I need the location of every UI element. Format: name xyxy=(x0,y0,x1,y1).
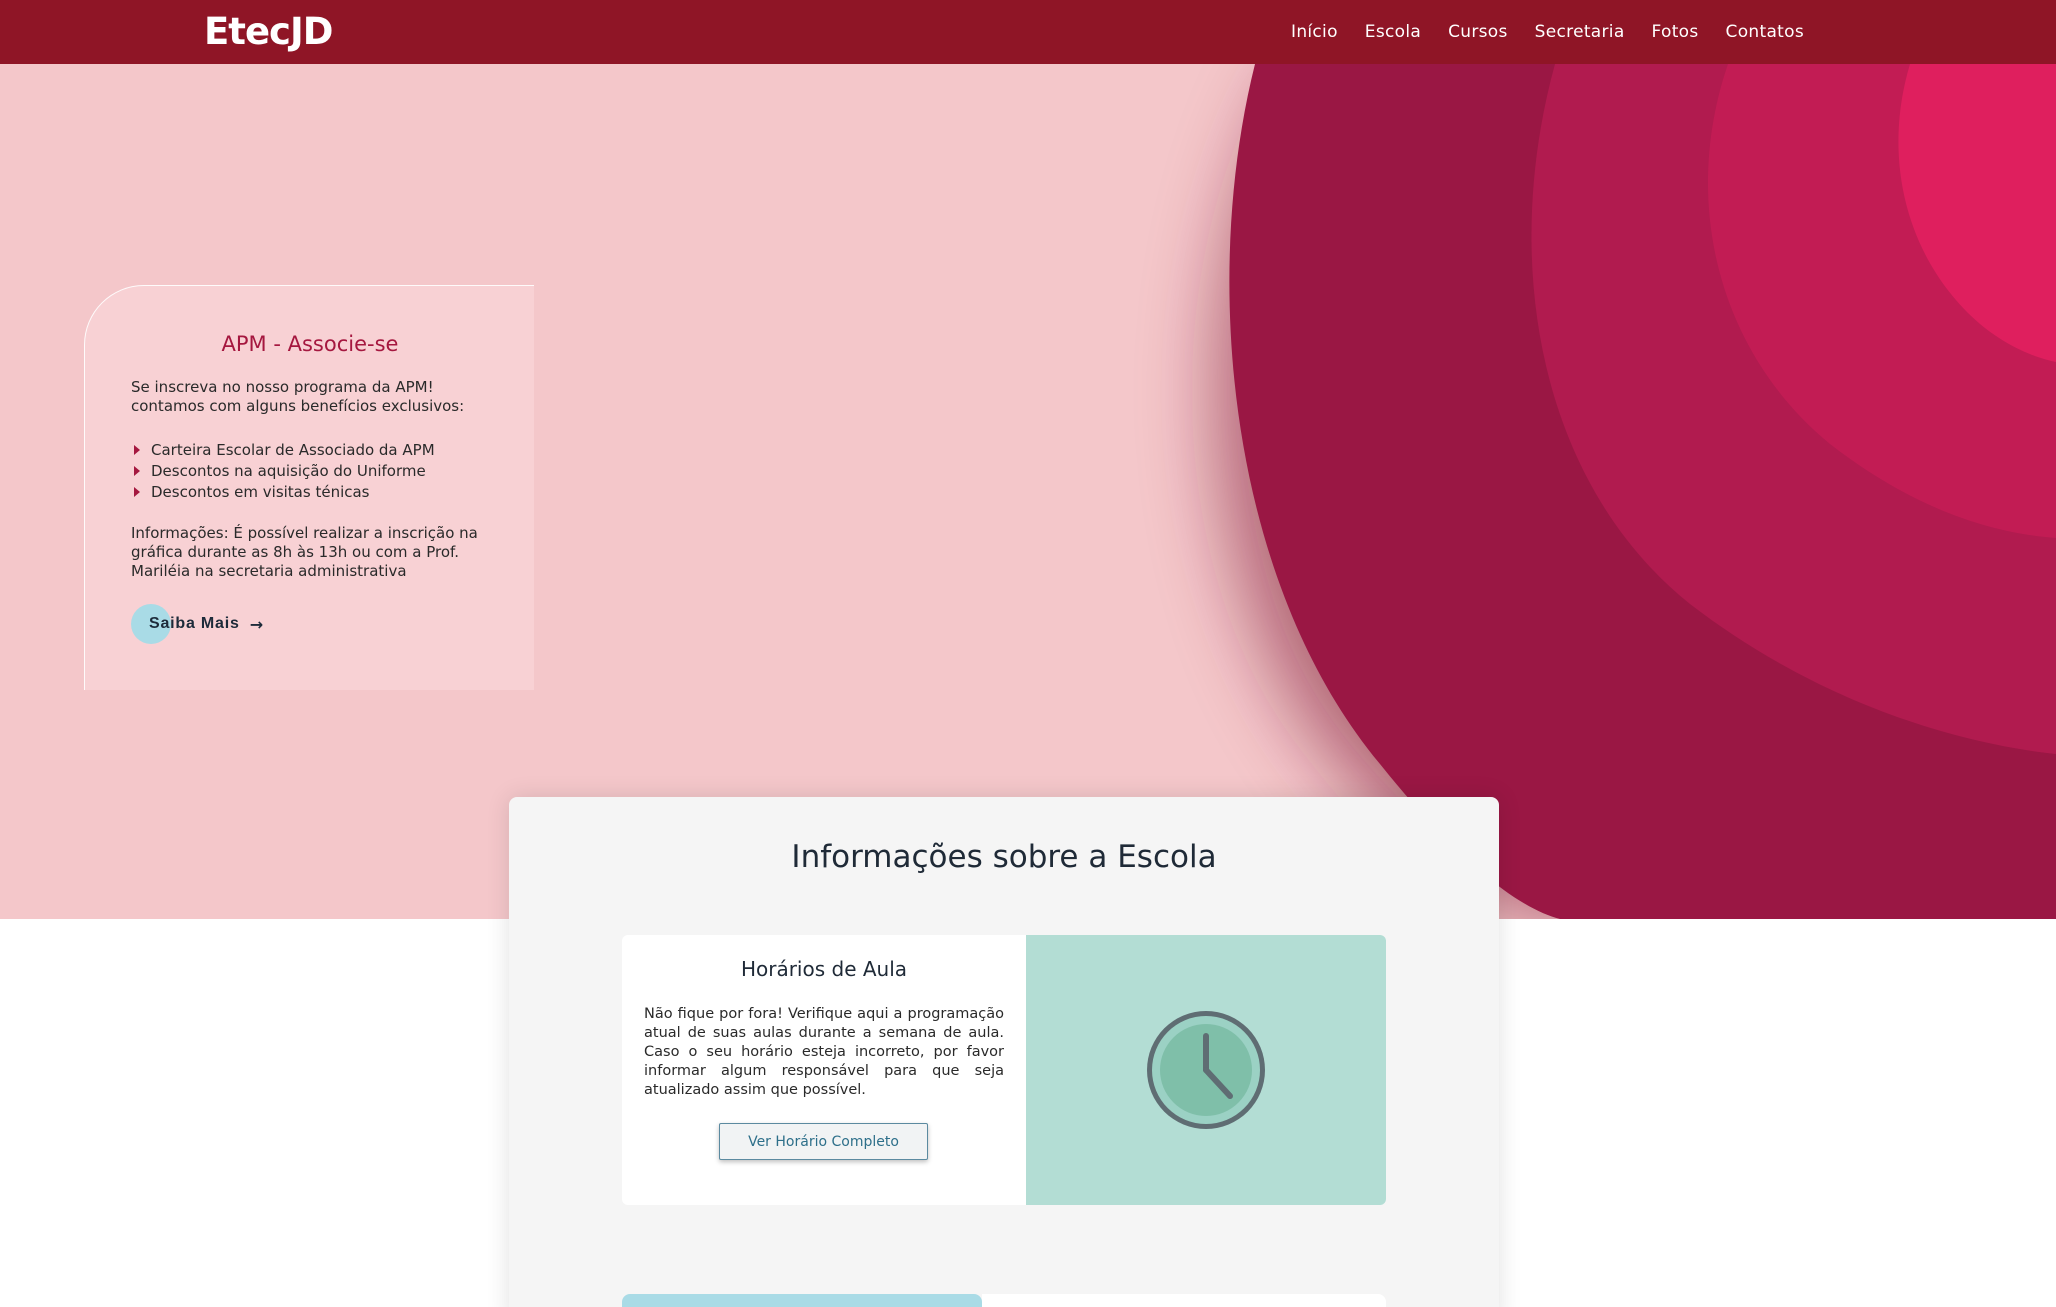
top-navbar: EtecJD Início Escola Cursos Secretaria F… xyxy=(0,0,2056,64)
bullet-triangle-icon xyxy=(134,487,140,497)
nav-link-contatos[interactable]: Contatos xyxy=(1726,22,1804,42)
saiba-mais-label: Saiba Mais xyxy=(149,615,240,632)
clock-icon xyxy=(1147,1011,1265,1129)
next-card-content xyxy=(982,1294,1386,1307)
nav-link-fotos[interactable]: Fotos xyxy=(1652,22,1699,42)
nav-link-secretaria[interactable]: Secretaria xyxy=(1535,22,1625,42)
apm-title: APM - Associe-se xyxy=(221,332,399,356)
main-nav: Início Escola Cursos Secretaria Fotos Co… xyxy=(1264,0,1804,64)
schedule-image-panel xyxy=(1026,935,1386,1205)
info-section-title: Informações sobre a Escola xyxy=(791,839,1217,875)
schedule-description: Não fique por fora! Verifique aqui a pro… xyxy=(644,1006,1004,1098)
site-logo[interactable]: EtecJD xyxy=(204,10,333,53)
school-info-panel: Informações sobre a Escola Horários de A… xyxy=(509,797,1499,1307)
apm-info-line3: Mariléia na secretaria administrativa xyxy=(131,562,407,580)
list-item: Descontos na aquisição do Uniforme xyxy=(131,461,435,482)
apm-benefits-list: Carteira Escolar de Associado da APM Des… xyxy=(131,440,435,503)
bullet-triangle-icon xyxy=(134,445,140,455)
bullet-triangle-icon xyxy=(134,466,140,476)
schedule-card-content: Horários de Aula Não fique por fora! Ver… xyxy=(622,935,1026,1205)
apm-info-line1: Informações: É possível realizar a inscr… xyxy=(131,524,478,542)
hero-banner: APM - Associe-se Se inscreva no nosso pr… xyxy=(0,64,2056,919)
list-item: Descontos em visitas ténicas xyxy=(131,482,435,503)
list-item: Carteira Escolar de Associado da APM xyxy=(131,440,435,461)
schedule-card: Horários de Aula Não fique por fora! Ver… xyxy=(622,935,1386,1205)
apm-intro-line2: contamos com alguns benefícios exclusivo… xyxy=(131,397,465,415)
next-card-image xyxy=(622,1294,982,1307)
schedule-title: Horários de Aula xyxy=(740,957,908,981)
nav-link-cursos[interactable]: Cursos xyxy=(1448,22,1508,42)
view-full-schedule-button[interactable]: Ver Horário Completo xyxy=(719,1123,928,1160)
saiba-mais-button[interactable]: Saiba Mais → xyxy=(131,604,263,644)
arrow-right-icon: → xyxy=(249,614,264,634)
apm-card: APM - Associe-se Se inscreva no nosso pr… xyxy=(84,285,534,690)
nav-link-inicio[interactable]: Início xyxy=(1291,22,1338,42)
apm-info-line2: gráfica durante as 8h às 13h ou com a Pr… xyxy=(131,543,460,561)
apm-intro-line1: Se inscreva no nosso programa da APM! xyxy=(131,378,434,396)
nav-link-escola[interactable]: Escola xyxy=(1365,22,1421,42)
